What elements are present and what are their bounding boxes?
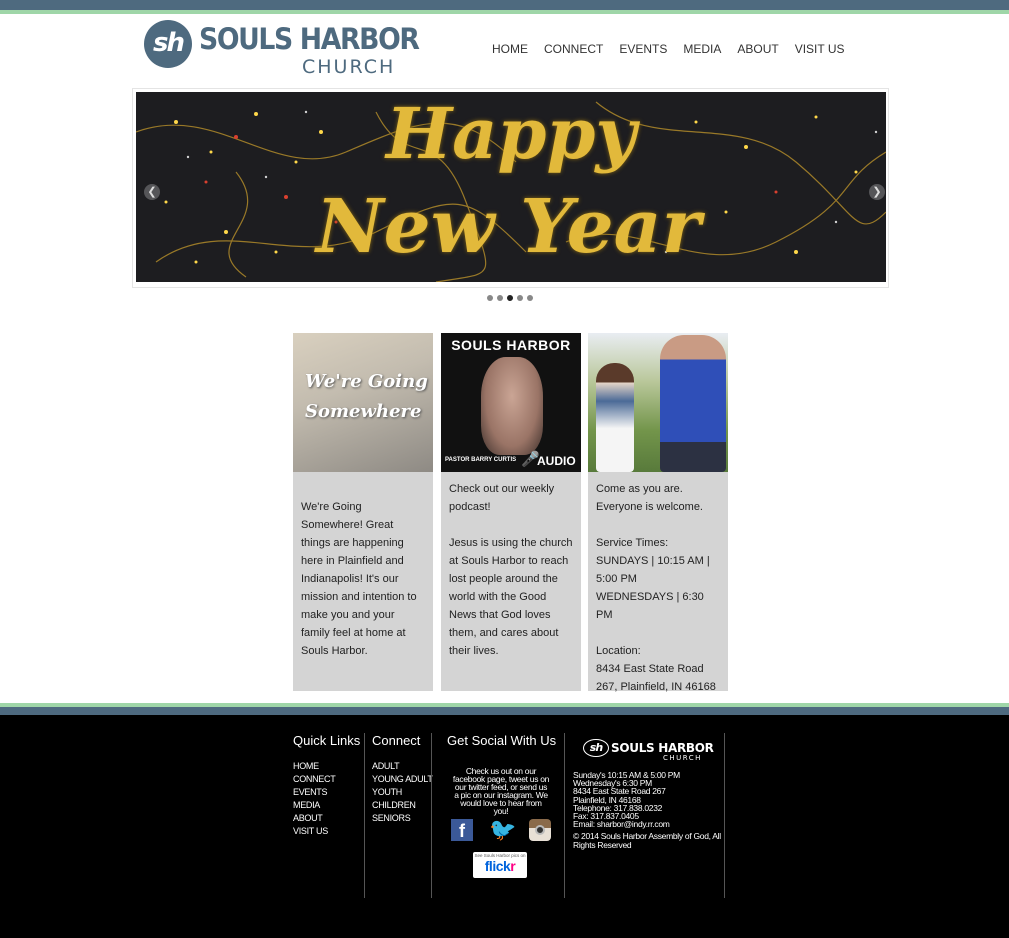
- nav-connect[interactable]: CONNECT: [544, 42, 603, 56]
- instagram-lens: [535, 825, 545, 835]
- footer-logo[interactable]: sh SOULS HARBOR CHURCH: [583, 739, 714, 765]
- hero-heading-line1: Happy: [386, 92, 637, 175]
- logo-subtitle: CHURCH: [302, 56, 396, 78]
- card-paragraph: Come as you are. Everyone is welcome.: [596, 483, 703, 513]
- footer-link-adult[interactable]: ADULT: [372, 760, 433, 773]
- footer-link-children[interactable]: CHILDREN: [372, 799, 433, 812]
- hero-slide[interactable]: Happy New Year ❮ ❯: [136, 92, 886, 282]
- footer-divider: [724, 733, 725, 898]
- nav-events[interactable]: EVENTS: [619, 42, 667, 56]
- chevron-right-icon[interactable]: ❯: [869, 184, 885, 200]
- footer-logo-subtitle: CHURCH: [663, 754, 702, 762]
- slider-pagination: [487, 295, 533, 301]
- footer-link-media[interactable]: MEDIA: [293, 799, 360, 812]
- audio-label: AUDIO: [537, 454, 576, 468]
- nav-about[interactable]: ABOUT: [737, 42, 778, 56]
- flickr-logo: flickr: [473, 859, 527, 873]
- nav-home[interactable]: HOME: [492, 42, 528, 56]
- footer-logo-mark: sh: [583, 739, 609, 757]
- footer-social-title: Get Social With Us: [447, 733, 557, 748]
- service-times-sundays: SUNDAYS | 10:15 AM | 5:00 PM: [596, 555, 710, 585]
- card-paragraph: Jesus is using the church at Souls Harbo…: [449, 537, 573, 657]
- flickr-logo-part: flick: [484, 858, 511, 874]
- card-paragraph: Check out our weekly podcast!: [449, 483, 555, 513]
- footer-quick-links: Quick Links HOME CONNECT EVENTS MEDIA AB…: [293, 733, 360, 838]
- hero-slider: Happy New Year ❮ ❯: [132, 88, 889, 288]
- footer-connect-title: Connect: [372, 733, 421, 748]
- footer-info-email[interactable]: Email: sharbor@indy.rr.com: [573, 820, 733, 829]
- card-paragraph: We're Going Somewhere! Great things are …: [301, 501, 417, 657]
- footer-link-youth[interactable]: YOUTH: [372, 786, 433, 799]
- card-text: We're Going Somewhere! Great things are …: [293, 472, 433, 660]
- footer-divider: [564, 733, 565, 898]
- service-times-wednesdays: WEDNESDAYS | 6:30 PM: [596, 591, 704, 621]
- footer-link-home[interactable]: HOME: [293, 760, 360, 773]
- footer-copyright: © 2014 Souls Harbor Assembly of God, All…: [573, 831, 721, 850]
- card-image-couple[interactable]: [588, 333, 728, 472]
- footer-divider: [431, 733, 432, 898]
- logo-title: SOULS HARBOR: [199, 22, 420, 56]
- flickr-logo-part: r: [510, 858, 516, 874]
- couple-photo-woman: [596, 363, 634, 472]
- card-image-pastor[interactable]: SOULS HARBOR PASTOR BARRY CURTIS 🎤 AUDIO: [441, 333, 581, 472]
- service-times-label: Service Times:: [596, 537, 669, 549]
- pastor-caption: PASTOR BARRY CURTIS: [445, 457, 517, 463]
- footer-social-text: Check us out on our facebook page, tweet…: [452, 766, 550, 816]
- pastor-photo: [481, 357, 543, 455]
- footer-link-young-adult[interactable]: YOUNG ADULT: [372, 773, 433, 786]
- nav-media[interactable]: MEDIA: [683, 42, 721, 56]
- top-bar: [0, 0, 1009, 10]
- flickr-badge[interactable]: See Souls Harbor pics on flickr: [473, 852, 527, 878]
- nav-visit-us[interactable]: VISIT US: [795, 42, 845, 56]
- slider-dot[interactable]: [527, 295, 533, 301]
- slider-dot[interactable]: [487, 295, 493, 301]
- card-image-title: SOULS HARBOR: [451, 337, 571, 353]
- footer-top-bar: [0, 707, 1009, 715]
- card-image-title-line2: Somewhere: [305, 401, 422, 422]
- footer-link-about[interactable]: ABOUT: [293, 812, 360, 825]
- footer-contact-info: Sunday's 10:15 AM & 5:00 PM Wednesday's …: [573, 771, 733, 849]
- footer-link-visit-us[interactable]: VISIT US: [293, 825, 360, 838]
- hero-heading-line2: New Year: [316, 184, 701, 270]
- card-podcast: SOULS HARBOR PASTOR BARRY CURTIS 🎤 AUDIO…: [441, 333, 581, 691]
- footer-social: Get Social With Us: [447, 733, 556, 748]
- card-image-title: We're Going Somewhere: [305, 367, 428, 427]
- card-image-map[interactable]: We're Going Somewhere: [293, 333, 433, 472]
- location-address: 8434 East State Road 267, Plainfield, IN…: [596, 663, 716, 693]
- main-nav: HOME CONNECT EVENTS MEDIA ABOUT VISIT US: [484, 42, 853, 56]
- twitter-icon[interactable]: 🐦: [489, 819, 516, 841]
- card-image-title-line1: We're Going: [305, 371, 428, 392]
- card-text: Check out our weekly podcast! Jesus is u…: [441, 472, 581, 660]
- instagram-icon[interactable]: [529, 819, 551, 841]
- footer-connect: Connect ADULT YOUNG ADULT YOUTH CHILDREN…: [372, 733, 433, 825]
- location-label: Location:: [596, 645, 641, 657]
- site-footer: Quick Links HOME CONNECT EVENTS MEDIA AB…: [0, 715, 1009, 938]
- card-going-somewhere: We're Going Somewhere We're Going Somewh…: [293, 333, 433, 691]
- couple-photo-man: [660, 335, 726, 472]
- footer-link-connect[interactable]: CONNECT: [293, 773, 360, 786]
- site-logo[interactable]: sh SOULS HARBOR CHURCH: [144, 20, 420, 80]
- chevron-left-icon[interactable]: ❮: [144, 184, 160, 200]
- slider-dot-active[interactable]: [507, 295, 513, 301]
- footer-divider: [364, 733, 365, 898]
- footer-logo-title: SOULS HARBOR: [611, 741, 714, 755]
- card-welcome: Come as you are. Everyone is welcome. Se…: [588, 333, 728, 693]
- footer-quick-links-title: Quick Links: [293, 733, 361, 748]
- footer-link-events[interactable]: EVENTS: [293, 786, 360, 799]
- top-accent-line: [0, 10, 1009, 14]
- logo-mark: sh: [144, 20, 192, 68]
- slider-dot[interactable]: [497, 295, 503, 301]
- footer-link-seniors[interactable]: SENIORS: [372, 812, 433, 825]
- card-text: Come as you are. Everyone is welcome. Se…: [588, 472, 728, 696]
- facebook-icon[interactable]: f: [451, 819, 473, 841]
- slider-dot[interactable]: [517, 295, 523, 301]
